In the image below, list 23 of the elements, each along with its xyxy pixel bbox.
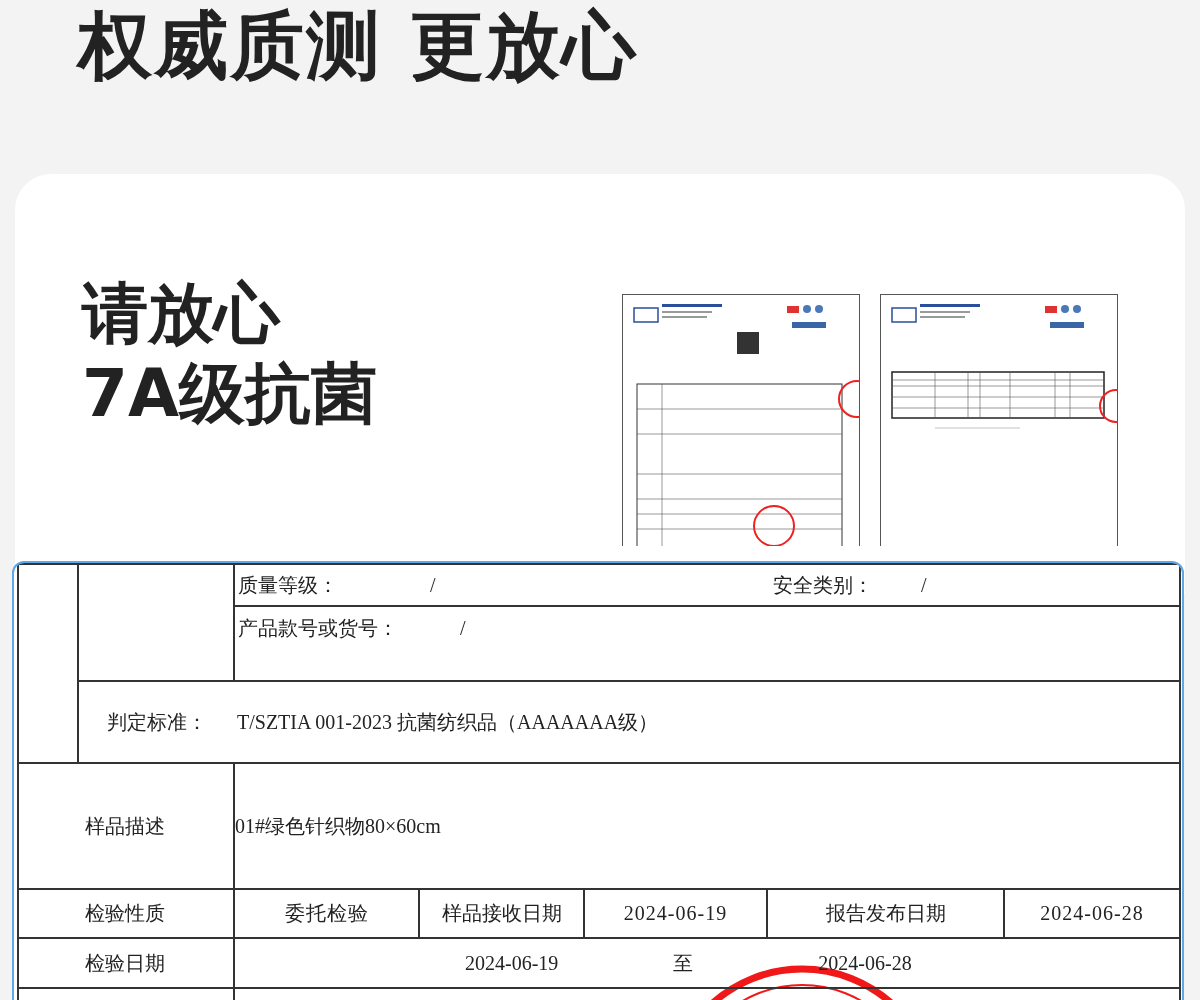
field-value: 2024-06-19 (465, 951, 559, 975)
field-label: 样品描述 (85, 814, 165, 837)
field-label: 报告发布日期 (825, 902, 946, 924)
field-value: / (921, 573, 927, 597)
headline: 权威质测 更放心 (78, 1, 639, 90)
field-value: 01#绿色针织物80×60cm (235, 814, 441, 837)
field-label: 安全类别： (773, 572, 873, 598)
field-value: 2024-06-28 (818, 951, 912, 975)
field-label: 产品款号或货号： (238, 616, 398, 641)
date-separator: 至 (673, 950, 694, 976)
field-value: / (430, 573, 436, 597)
card-title: 请放心 (82, 274, 282, 354)
field-value: T/SZTIA 001-2023 抗菌纺织品（AAAAAAA级） (237, 710, 659, 733)
card-title: 7A级抗菌 (82, 354, 377, 434)
field-value: / (460, 617, 466, 640)
field-value: 2024-06-28 (1040, 902, 1144, 924)
field-label: 判定标准： (106, 710, 207, 733)
field-value: 委托检验 (284, 902, 369, 924)
field-label: 样品接收日期 (441, 902, 562, 924)
field-value: 2024-06-19 (623, 902, 728, 924)
field-label: 质量等级： (238, 572, 338, 598)
field-label: 检验性质 (85, 902, 165, 924)
field-label: 检验日期 (85, 951, 165, 974)
